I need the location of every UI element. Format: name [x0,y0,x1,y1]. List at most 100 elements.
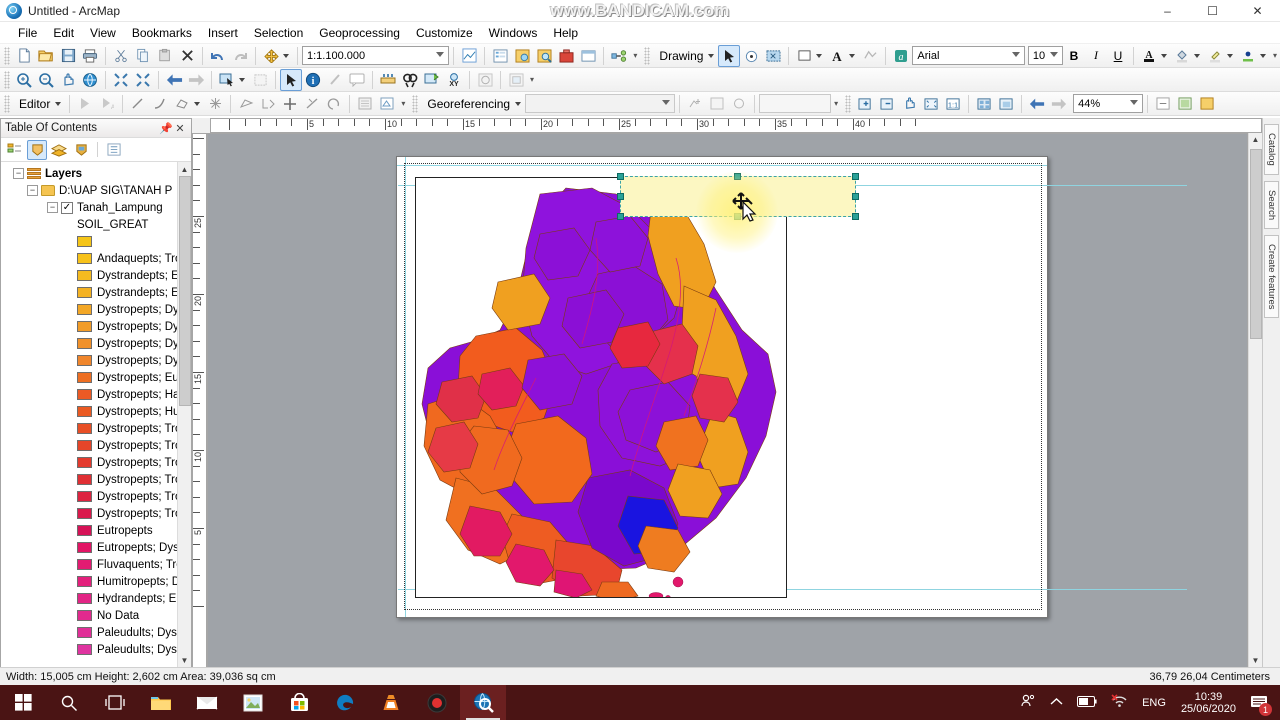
expander-icon[interactable]: − [27,185,38,196]
toolbar-overflow-button[interactable]: ▾ [630,45,640,67]
edge-icon[interactable] [322,685,368,720]
legend-item[interactable]: No Data [1,607,177,624]
network-disconnected-icon[interactable] [1104,694,1135,711]
layer-visibility-checkbox[interactable]: ✓ [61,201,73,214]
font-size-combo[interactable]: 10 [1027,46,1063,65]
chevron-down-icon[interactable] [1130,100,1139,105]
georeferencing-menu-label[interactable]: Georeferencing [421,97,514,111]
legend-swatch[interactable] [77,355,92,366]
toolbar-grip[interactable] [4,46,10,65]
dock-tab-create-features[interactable]: Create features [1264,234,1279,319]
expander-icon[interactable]: − [47,202,58,213]
paste-icon[interactable] [154,45,176,67]
new-map-icon[interactable] [13,45,35,67]
zoom-1-to-1-icon[interactable]: 1:1 [942,93,964,115]
bandicam-record-icon[interactable] [414,685,460,720]
html-popup-icon[interactable] [346,69,368,91]
menu-edit[interactable]: Edit [45,23,82,43]
legend-swatch[interactable] [77,593,92,604]
list-by-selection-icon[interactable] [71,140,91,160]
editor-toolbar-grip[interactable] [4,94,10,113]
drawing-overflow-button[interactable]: ▾ [1270,45,1280,67]
scroll-up-icon[interactable]: ▲ [1249,133,1262,147]
layout-canvas[interactable] [207,133,1248,668]
text-symbol-icon[interactable]: A [826,45,848,67]
identify-icon[interactable]: i [302,69,324,91]
attributes-icon[interactable] [354,93,376,115]
search-window-icon[interactable] [533,45,555,67]
legend-item[interactable]: Dystropepts; Tro [1,437,177,454]
resize-handle-tc[interactable] [734,173,741,180]
list-by-drawing-order-icon[interactable] [5,140,25,160]
menu-view[interactable]: View [82,23,124,43]
model-builder-icon[interactable] [608,45,630,67]
georeferencing-layer-combo[interactable] [525,94,676,113]
legend-item[interactable]: Eutropepts [1,522,177,539]
text-symbol-dropdown-icon[interactable] [849,53,856,58]
clock[interactable]: 10:39 25/06/2020 [1173,691,1244,715]
marker-symbol-icon[interactable] [1237,45,1259,67]
legend-item[interactable]: Dystropepts; Ha [1,386,177,403]
legend-item[interactable]: Dystropepts; Dy [1,352,177,369]
layout-next-extent-icon[interactable] [1048,93,1070,115]
rotate-element-icon[interactable] [740,45,762,67]
editor-overflow-button[interactable]: ▾ [398,93,408,115]
zoom-to-percent-icon[interactable] [973,93,995,115]
drawing-menu-label[interactable]: Drawing [653,49,707,63]
layout-vertical-scrollbar[interactable]: ▲ ▼ [1248,133,1262,668]
edit-annotation-icon[interactable]: A [96,93,118,115]
legend-swatch[interactable] [77,423,92,434]
resize-handle-bl[interactable] [617,213,624,220]
straight-segment-icon[interactable] [127,93,149,115]
legend-swatch[interactable] [77,304,92,315]
editor-menu-label[interactable]: Editor [13,97,54,111]
resize-handle-mr[interactable] [852,193,859,200]
minimize-button[interactable]: – [1145,0,1190,22]
select-features-icon[interactable] [216,69,238,91]
search-icon[interactable] [46,685,92,720]
georef-rotate-icon[interactable] [728,93,750,115]
add-control-points-icon[interactable] [684,93,706,115]
reshape-feature-icon[interactable] [257,93,279,115]
zoom-out-icon[interactable] [35,69,57,91]
legend-item[interactable] [1,233,177,250]
legend-item[interactable]: Fluvaquents; Tro [1,556,177,573]
map-frame[interactable] [415,177,787,598]
clear-selection-icon[interactable] [249,69,271,91]
resize-handle-tl[interactable] [617,173,624,180]
add-data-dropdown-icon[interactable] [283,53,289,58]
tools-overflow-button[interactable]: ▾ [527,69,537,91]
maximize-button[interactable]: ☐ [1190,0,1235,22]
legend-swatch[interactable] [77,338,92,349]
pan-icon[interactable] [57,69,79,91]
go-to-xy-icon[interactable]: XY [443,69,465,91]
python-window-icon[interactable] [577,45,599,67]
chevron-down-icon[interactable] [1011,52,1020,57]
font-color-dropdown-icon[interactable] [1161,53,1167,58]
show-hidden-icons-icon[interactable] [1043,697,1070,709]
close-icon[interactable]: ✕ [173,122,187,135]
arcmap-icon[interactable] [460,685,506,720]
trace-icon[interactable] [171,93,193,115]
rotate-tool-icon[interactable] [323,93,345,115]
legend-item[interactable]: Paleudults; Dyst [1,624,177,641]
windows-start-icon[interactable] [0,685,46,720]
legend-swatch[interactable] [77,525,92,536]
measure-icon[interactable] [377,69,399,91]
hyperlink-icon[interactable] [324,69,346,91]
legend-item[interactable]: Dystropepts; Tro [1,471,177,488]
list-by-visibility-icon[interactable] [49,140,69,160]
toc-tree[interactable]: − Layers − D:\UAP SIG\TANAH P − ✓ Tanah_… [1,162,191,667]
vertical-ruler[interactable]: 5 10 15 20 25 [192,133,207,668]
line-symbol-icon[interactable] [859,45,881,67]
people-icon[interactable] [1013,693,1043,712]
fill-bucket-icon[interactable] [1171,45,1193,67]
menu-selection[interactable]: Selection [246,23,311,43]
legend-item[interactable]: Hydrandepts; Eu [1,590,177,607]
legend-swatch[interactable] [77,576,92,587]
legend-item[interactable]: Dystropepts; Tro [1,505,177,522]
file-explorer-icon[interactable] [138,685,184,720]
layout-pan-icon[interactable] [898,93,920,115]
open-icon[interactable] [35,45,57,67]
dock-tab-search[interactable]: Search [1264,180,1279,229]
